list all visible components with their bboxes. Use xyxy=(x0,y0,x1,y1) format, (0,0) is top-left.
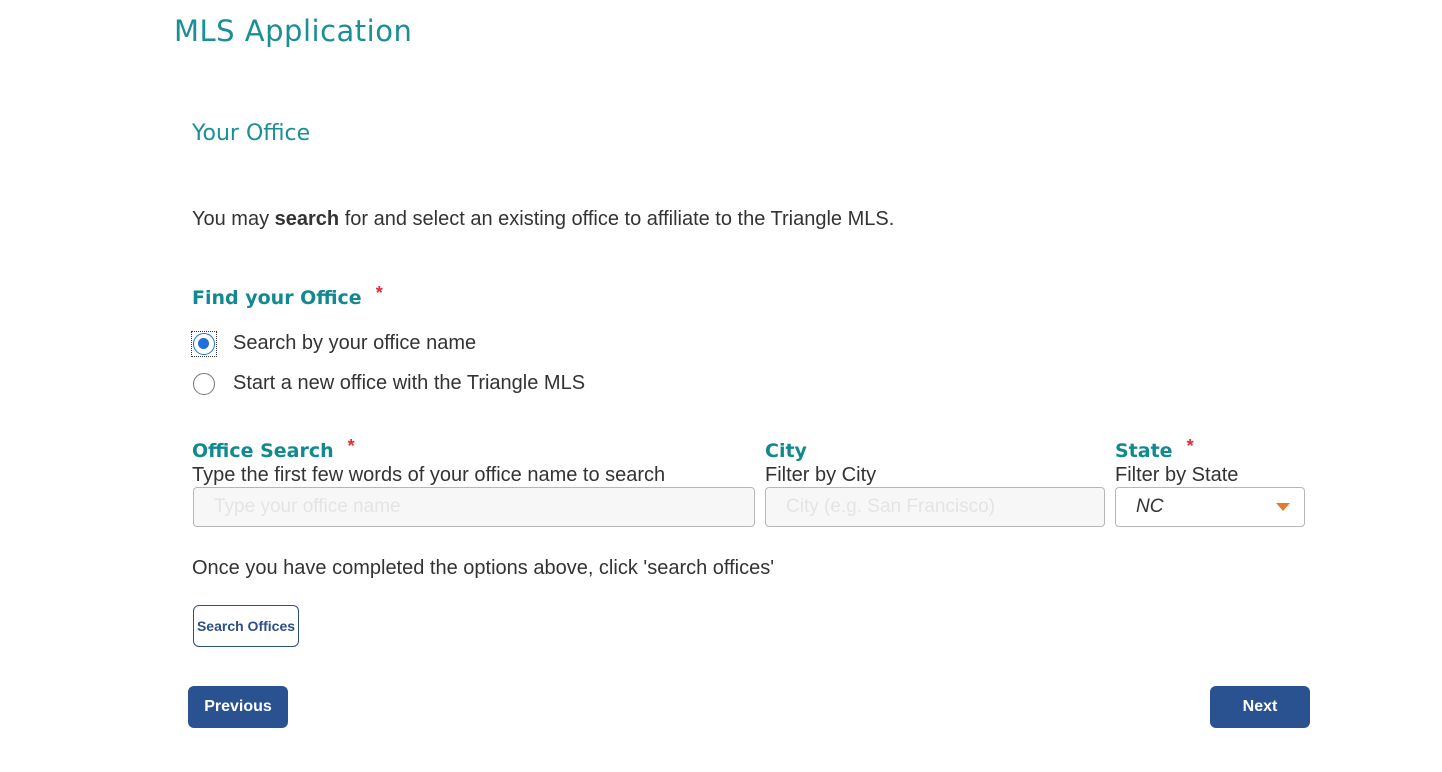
city-field-group: City Filter by City xyxy=(765,440,876,487)
radio-option-new-office[interactable]: Start a new office with the Triangle MLS xyxy=(193,372,585,395)
search-instruction: Once you have completed the options abov… xyxy=(192,557,775,579)
radio-new-office[interactable] xyxy=(193,372,215,395)
required-asterisk: * xyxy=(375,283,383,303)
state-hint: Filter by State xyxy=(1115,464,1239,486)
office-search-hint: Type the first few words of your office … xyxy=(192,464,666,486)
office-search-field-group: Office Search * Type the first few words … xyxy=(192,436,666,487)
office-search-input[interactable] xyxy=(193,487,755,527)
city-label: City xyxy=(765,440,807,462)
intro-suffix: for and select an existing office to aff… xyxy=(339,208,895,230)
radio-option-search-by-name[interactable]: Search by your office name xyxy=(191,330,477,357)
radio-label-search-by-name: Search by your office name xyxy=(233,332,477,354)
required-asterisk: * xyxy=(1186,436,1194,456)
required-asterisk: * xyxy=(347,436,355,456)
previous-button[interactable]: Previous xyxy=(188,686,288,728)
radio-label-new-office: Start a new office with the Triangle MLS xyxy=(233,372,586,394)
state-select[interactable]: NC xyxy=(1115,487,1305,527)
find-office-label-text: Find your Office xyxy=(192,287,362,309)
state-field-group: State * Filter by State xyxy=(1115,436,1239,487)
office-search-label: Office Search xyxy=(192,440,334,462)
intro-prefix: You may xyxy=(192,208,275,230)
intro-text: You may search for and select an existin… xyxy=(192,208,894,231)
mls-application-page: MLS Application Your Office You may sear… xyxy=(0,0,1442,772)
app-title: MLS Application xyxy=(174,14,413,48)
city-input[interactable] xyxy=(765,487,1105,527)
intro-bold: search xyxy=(274,208,340,230)
radio-focus-ring xyxy=(191,330,217,357)
section-title: Your Office xyxy=(192,121,311,146)
state-label: State xyxy=(1115,440,1173,462)
state-selected-value: NC xyxy=(1136,496,1164,517)
chevron-down-icon xyxy=(1276,503,1290,511)
search-offices-button[interactable]: Search Offices xyxy=(193,605,299,647)
city-hint: Filter by City xyxy=(765,464,877,486)
radio-search-by-name[interactable] xyxy=(193,332,215,355)
find-office-label: Find your Office * xyxy=(192,283,383,309)
next-button[interactable]: Next xyxy=(1210,686,1310,728)
